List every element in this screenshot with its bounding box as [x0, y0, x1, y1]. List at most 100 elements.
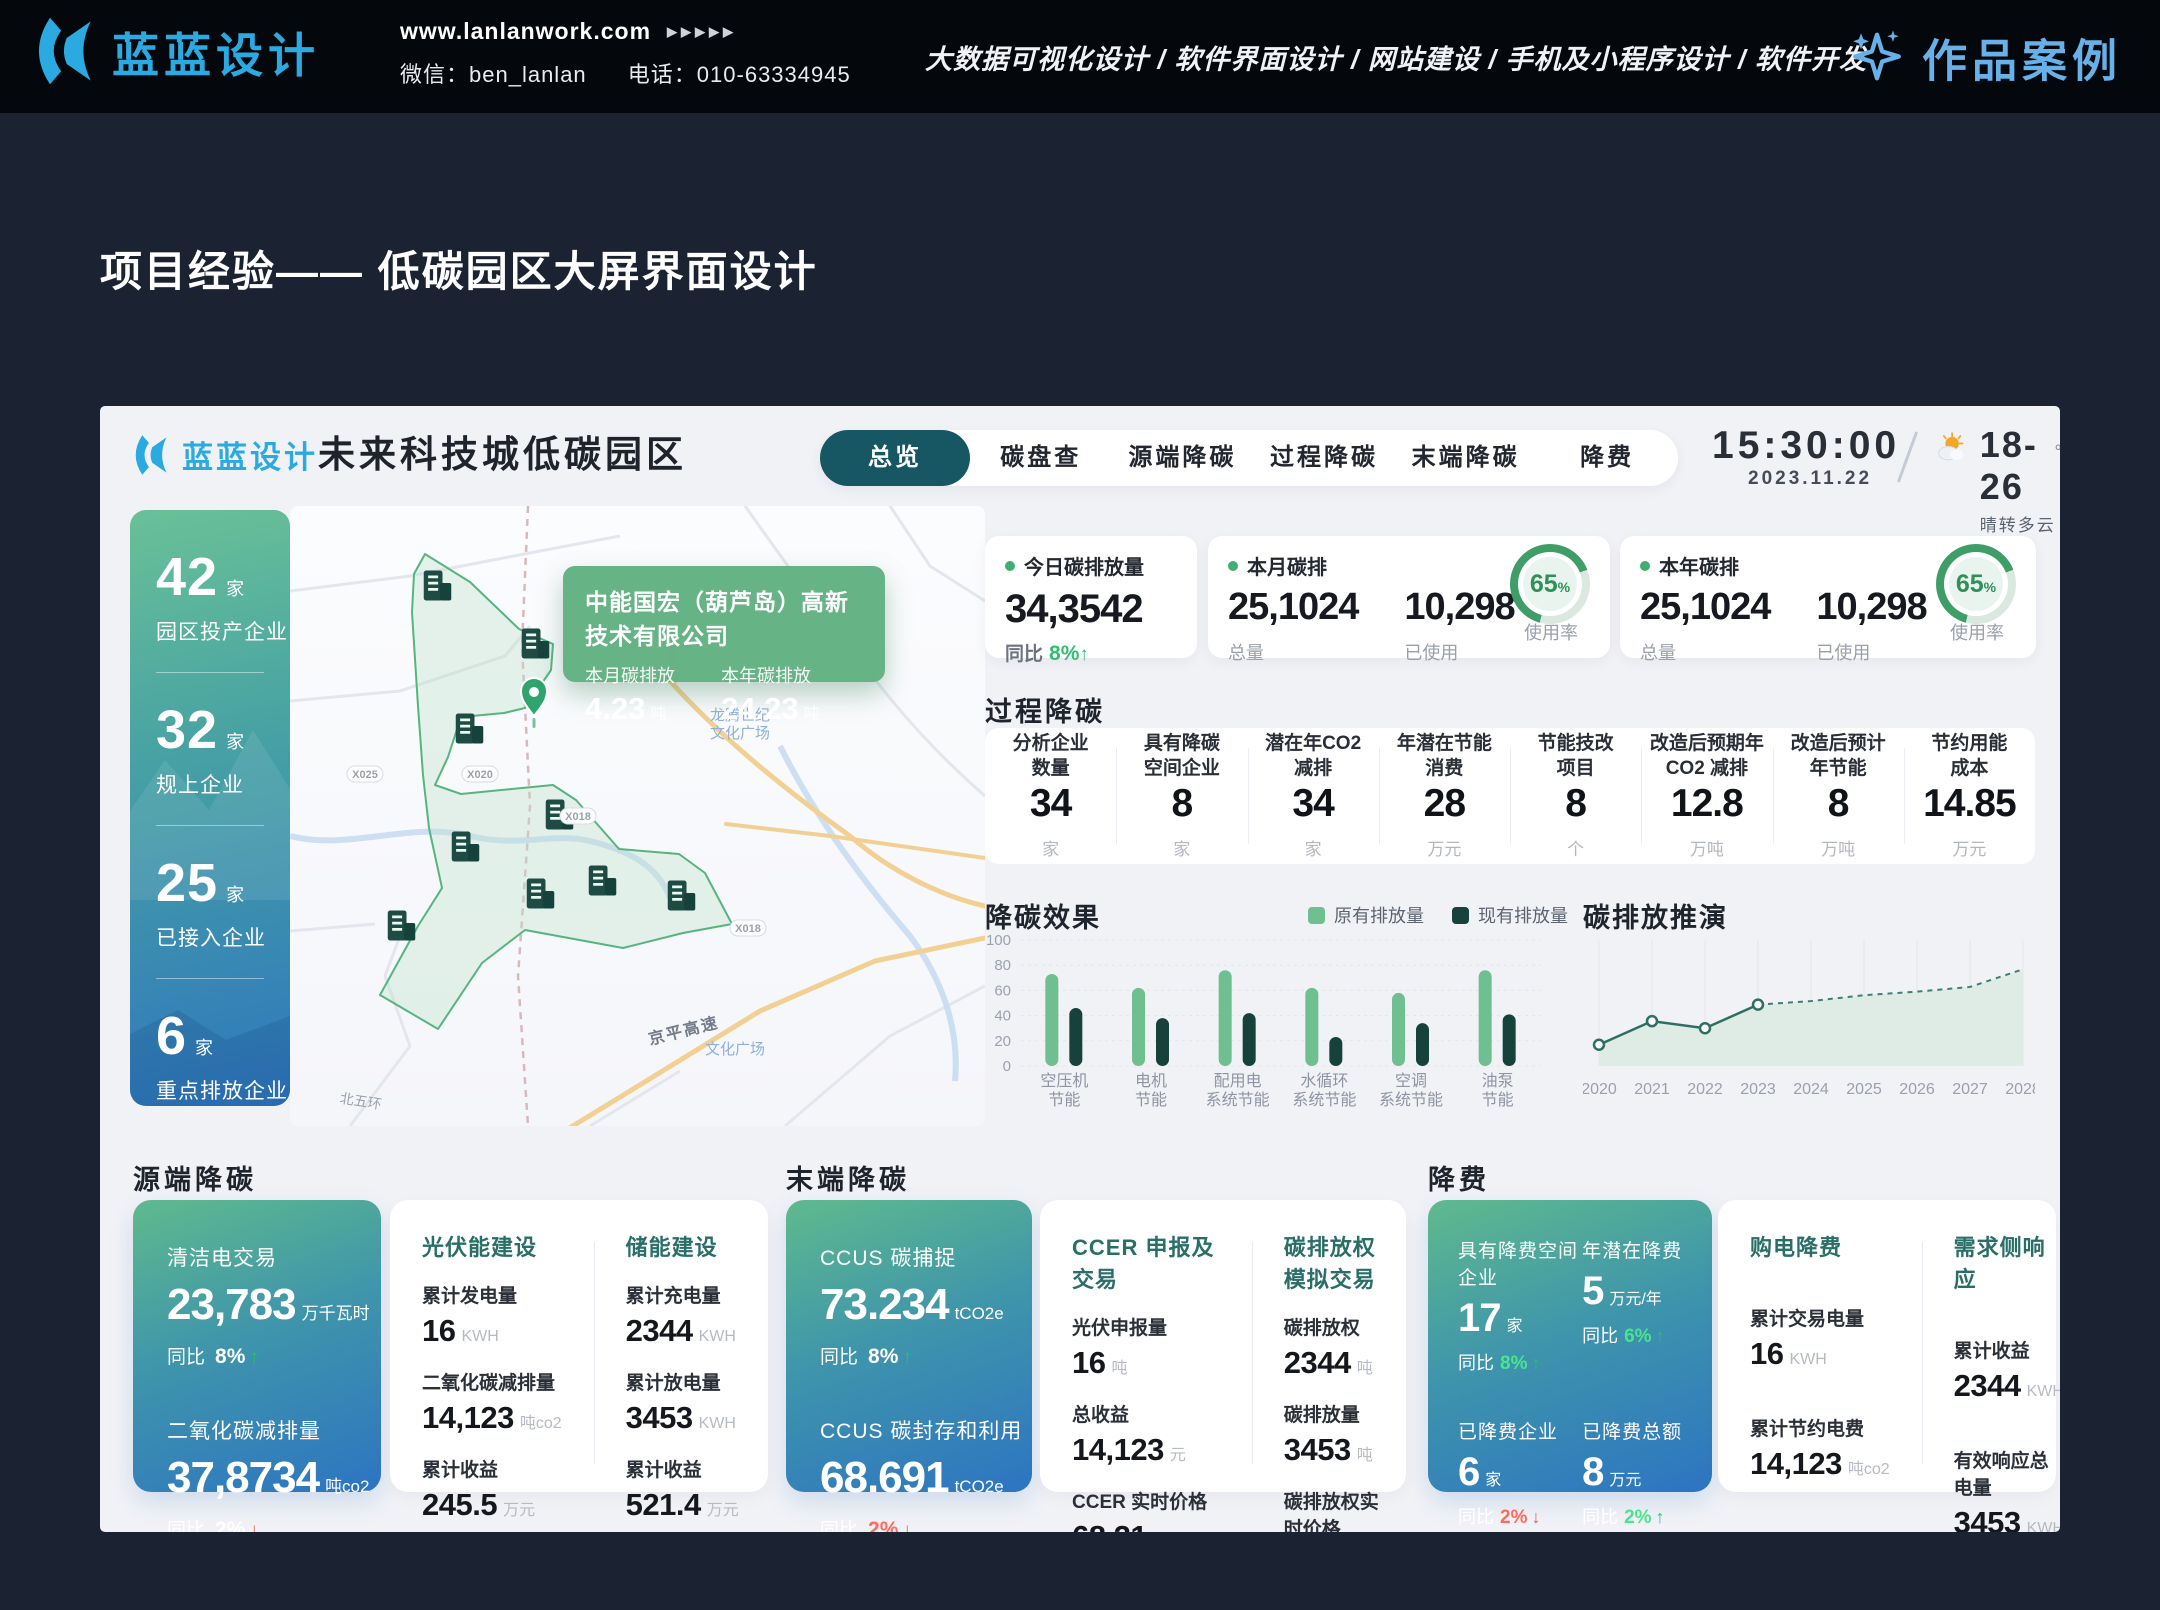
co2-reduction: 二氧化碳减排量 37,8734吨co2 同比2%↓ [167, 1415, 381, 1532]
ccus-storage: CCUS 碳封存和利用 68.691tCO2e 同比2%↓ [820, 1415, 1032, 1532]
today-emission-value: 34,3542 [1005, 587, 1177, 632]
svg-text:2028: 2028 [2005, 1081, 2035, 1098]
kpi-card-today: 今日碳排放量 34,3542 同比8%↑ [985, 536, 1197, 658]
carbon-trading-column: 碳排放权模拟交易 碳排放权2344吨 碳排放量3453吨 碳排放权实时价格68元… [1252, 1230, 1422, 1476]
clock-time: 15:30:00 [1712, 424, 1900, 468]
ccus-capture: CCUS 碳捕捉 73.234tCO2e 同比8%↑ [820, 1242, 1032, 1369]
terminal-gradient-card: CCUS 碳捕捉 73.234tCO2e 同比8%↑ CCUS 碳封存和利用 6… [786, 1200, 1032, 1492]
terminal-detail-card: CCER 申报及交易 光伏申报量16吨 总收益14,123元 CCER 实时价格… [1040, 1200, 1406, 1492]
process-stat: 分析企业 数量34家 [985, 732, 1116, 860]
svg-text:节能: 节能 [1048, 1091, 1080, 1109]
svg-text:40: 40 [994, 1008, 1011, 1025]
svg-text:系统节能: 系统节能 [1379, 1091, 1443, 1109]
dashboard-screenshot: 蓝蓝设计 未来科技城低碳园区 总览 碳盘查 源端降碳 过程降碳 末端降碳 降费 … [100, 406, 2060, 1532]
weather-desc: 晴转多云 [1980, 511, 2060, 536]
svg-text:X018: X018 [565, 811, 591, 823]
svg-text:60: 60 [994, 982, 1011, 999]
dashboard-logo: 蓝蓝设计 [128, 432, 318, 477]
bullet-dot [1005, 561, 1015, 571]
bullet-dot [1228, 561, 1238, 571]
demand-response-column: 需求侧响应 累计收益2344KWH 有效响应总电量3453KWH [1922, 1230, 2060, 1476]
svg-text:0: 0 [1003, 1058, 1011, 1075]
sparkle-icon [1848, 28, 1906, 86]
stat-key-emitters: 6家 重点排放企业 [156, 1005, 290, 1105]
potential-yearly-saving: 年潜在降费 5万元/年 同比6%↑ [1582, 1236, 1690, 1375]
services-list: 大数据可视化设计 / 软件界面设计 / 网站建设 / 手机及小程序设计 / 软件… [925, 37, 1867, 76]
svg-text:80: 80 [994, 957, 1011, 974]
bullet-dot [1640, 561, 1650, 571]
trend-down-icon: ↓ [249, 1520, 259, 1532]
tab-source-reduction[interactable]: 源端降碳 [1112, 430, 1254, 486]
trend-up-icon: ↑ [1079, 644, 1089, 665]
park-stats-panel: 42家 园区投产企业 32家 规上企业 25家 已接入企业 6家 重点排放企业 [130, 510, 290, 1106]
svg-text:空压机: 空压机 [1040, 1072, 1088, 1090]
svg-text:2025: 2025 [1846, 1081, 1882, 1098]
tab-fee-reduction[interactable]: 降费 [1536, 430, 1678, 486]
clean-power-trade: 清洁电交易 23,783万千瓦时 同比8%↑ [167, 1242, 381, 1369]
svg-text:2024: 2024 [1793, 1081, 1829, 1098]
kpi-card-year: 本年碳排 25,1024 总量 10,298 已使用 65% 使用率 [1620, 536, 2036, 658]
trend-up-icon: ↑ [249, 1347, 259, 1368]
process-stat: 年潜在节能 消费28万元 [1379, 732, 1510, 860]
weather-widget: 18-26 ℃ 晴转多云 [1932, 424, 2060, 536]
legend-swatch-current [1452, 907, 1469, 924]
tab-terminal-reduction[interactable]: 末端降碳 [1395, 430, 1537, 486]
legend-swatch-original [1308, 907, 1325, 924]
phone-label: 电话：010-63334945 [628, 62, 851, 87]
arrows-decoration: ▶▶▶▶▶ [667, 24, 737, 40]
reduced-enterprises: 已降费企业 6家 同比2%↓ [1458, 1417, 1582, 1529]
company-tooltip: 中能国宏（葫芦岛）高新技术有限公司 本月碳排放 4.23吨 本年碳排放 24.2… [563, 566, 885, 682]
svg-text:2023: 2023 [1740, 1081, 1776, 1098]
emission-reduction-bar-chart: 020406080100空压机节能电机节能配用电系统节能水循环系统节能空调系统节… [985, 926, 1550, 1112]
tab-overview[interactable]: 总览 [820, 430, 970, 486]
svg-text:系统节能: 系统节能 [1206, 1091, 1270, 1109]
tab-carbon-check[interactable]: 碳盘查 [970, 430, 1112, 486]
kpi-card-month: 本月碳排 25,1024 总量 10,298 已使用 65% 使用率 [1208, 536, 1610, 658]
svg-text:系统节能: 系统节能 [1292, 1091, 1356, 1109]
svg-text:2027: 2027 [1952, 1081, 1988, 1098]
fee-section-title: 降费 [1428, 1158, 1490, 1197]
emission-projection-line-chart: 202020212022202320242025202620272028 [1583, 926, 2035, 1112]
svg-text:100: 100 [986, 932, 1011, 949]
nav-tabs: 总览 碳盘查 源端降碳 过程降碳 末端降碳 降费 [820, 430, 1678, 486]
stat-invested-enterprises: 42家 园区投产企业 [156, 546, 290, 646]
brand-logo-icon [26, 14, 100, 88]
month-total: 25,1024 总量 [1228, 586, 1358, 665]
trend-down-icon: ↓ [902, 1520, 912, 1532]
source-section-title: 源端降碳 [133, 1158, 257, 1197]
trend-up-icon: ↑ [902, 1347, 912, 1368]
process-stat: 具有降碳 空间企业8家 [1116, 732, 1247, 860]
dashboard-logo-icon [128, 433, 172, 477]
divider [156, 825, 264, 826]
portfolio-link[interactable]: 作品案例 [1848, 24, 2122, 89]
process-stat: 节约用能 成本14.85万元 [1904, 732, 2035, 860]
stat-connected-enterprises: 25家 已接入企业 [156, 852, 290, 952]
page: 蓝蓝设计 www.lanlanwork.com ▶▶▶▶▶ 微信：ben_lan… [0, 0, 2160, 1610]
usage-rate-ring: 65% [1936, 544, 2016, 624]
page-title: 项目经验—— 低碳园区大屏界面设计 [100, 238, 818, 299]
svg-text:空调: 空调 [1395, 1072, 1427, 1090]
year-used: 10,298 已使用 [1816, 586, 1926, 665]
process-stat: 节能技改 项目8个 [1510, 732, 1641, 860]
park-map[interactable]: X025 X020 X018 X018 龙腾世纪 文化广场 文化广场 京平高速 … [290, 506, 985, 1126]
top-banner: 蓝蓝设计 www.lanlanwork.com ▶▶▶▶▶ 微信：ben_lan… [0, 0, 2160, 113]
company-name: 中能国宏（葫芦岛）高新技术有限公司 [585, 583, 863, 651]
tooltip-month-metric: 本月碳排放 4.23吨 [585, 662, 675, 727]
svg-text:X025: X025 [352, 769, 378, 781]
svg-text:X020: X020 [467, 769, 493, 781]
tab-process-reduction[interactable]: 过程降碳 [1253, 430, 1395, 486]
year-total: 25,1024 总量 [1640, 586, 1770, 665]
dashboard-logo-text: 蓝蓝设计 [182, 432, 318, 477]
process-section-title: 过程降碳 [985, 690, 1105, 729]
svg-text:电机: 电机 [1135, 1072, 1167, 1090]
fee-detail-card: 购电降费 累计交易电量16KWH 累计节约电费14,123吨co2 需求侧响应 … [1718, 1200, 2056, 1492]
process-stat: 潜在年CO2 减排34家 [1248, 732, 1379, 860]
svg-text:2021: 2021 [1634, 1081, 1670, 1098]
fee-gradient-card: 具有降费空间企业 17家 同比8%↑ 年潜在降费 5万元/年 同比6%↑ 已降费… [1428, 1200, 1712, 1492]
svg-text:配用电: 配用电 [1214, 1072, 1262, 1090]
svg-text:2020: 2020 [1583, 1081, 1617, 1098]
website-link[interactable]: www.lanlanwork.com [400, 18, 651, 45]
bar-chart-legend: 原有排放量 现有排放量 [1308, 902, 1568, 928]
svg-text:文化广场: 文化广场 [705, 1041, 765, 1058]
svg-text:2026: 2026 [1899, 1081, 1935, 1098]
